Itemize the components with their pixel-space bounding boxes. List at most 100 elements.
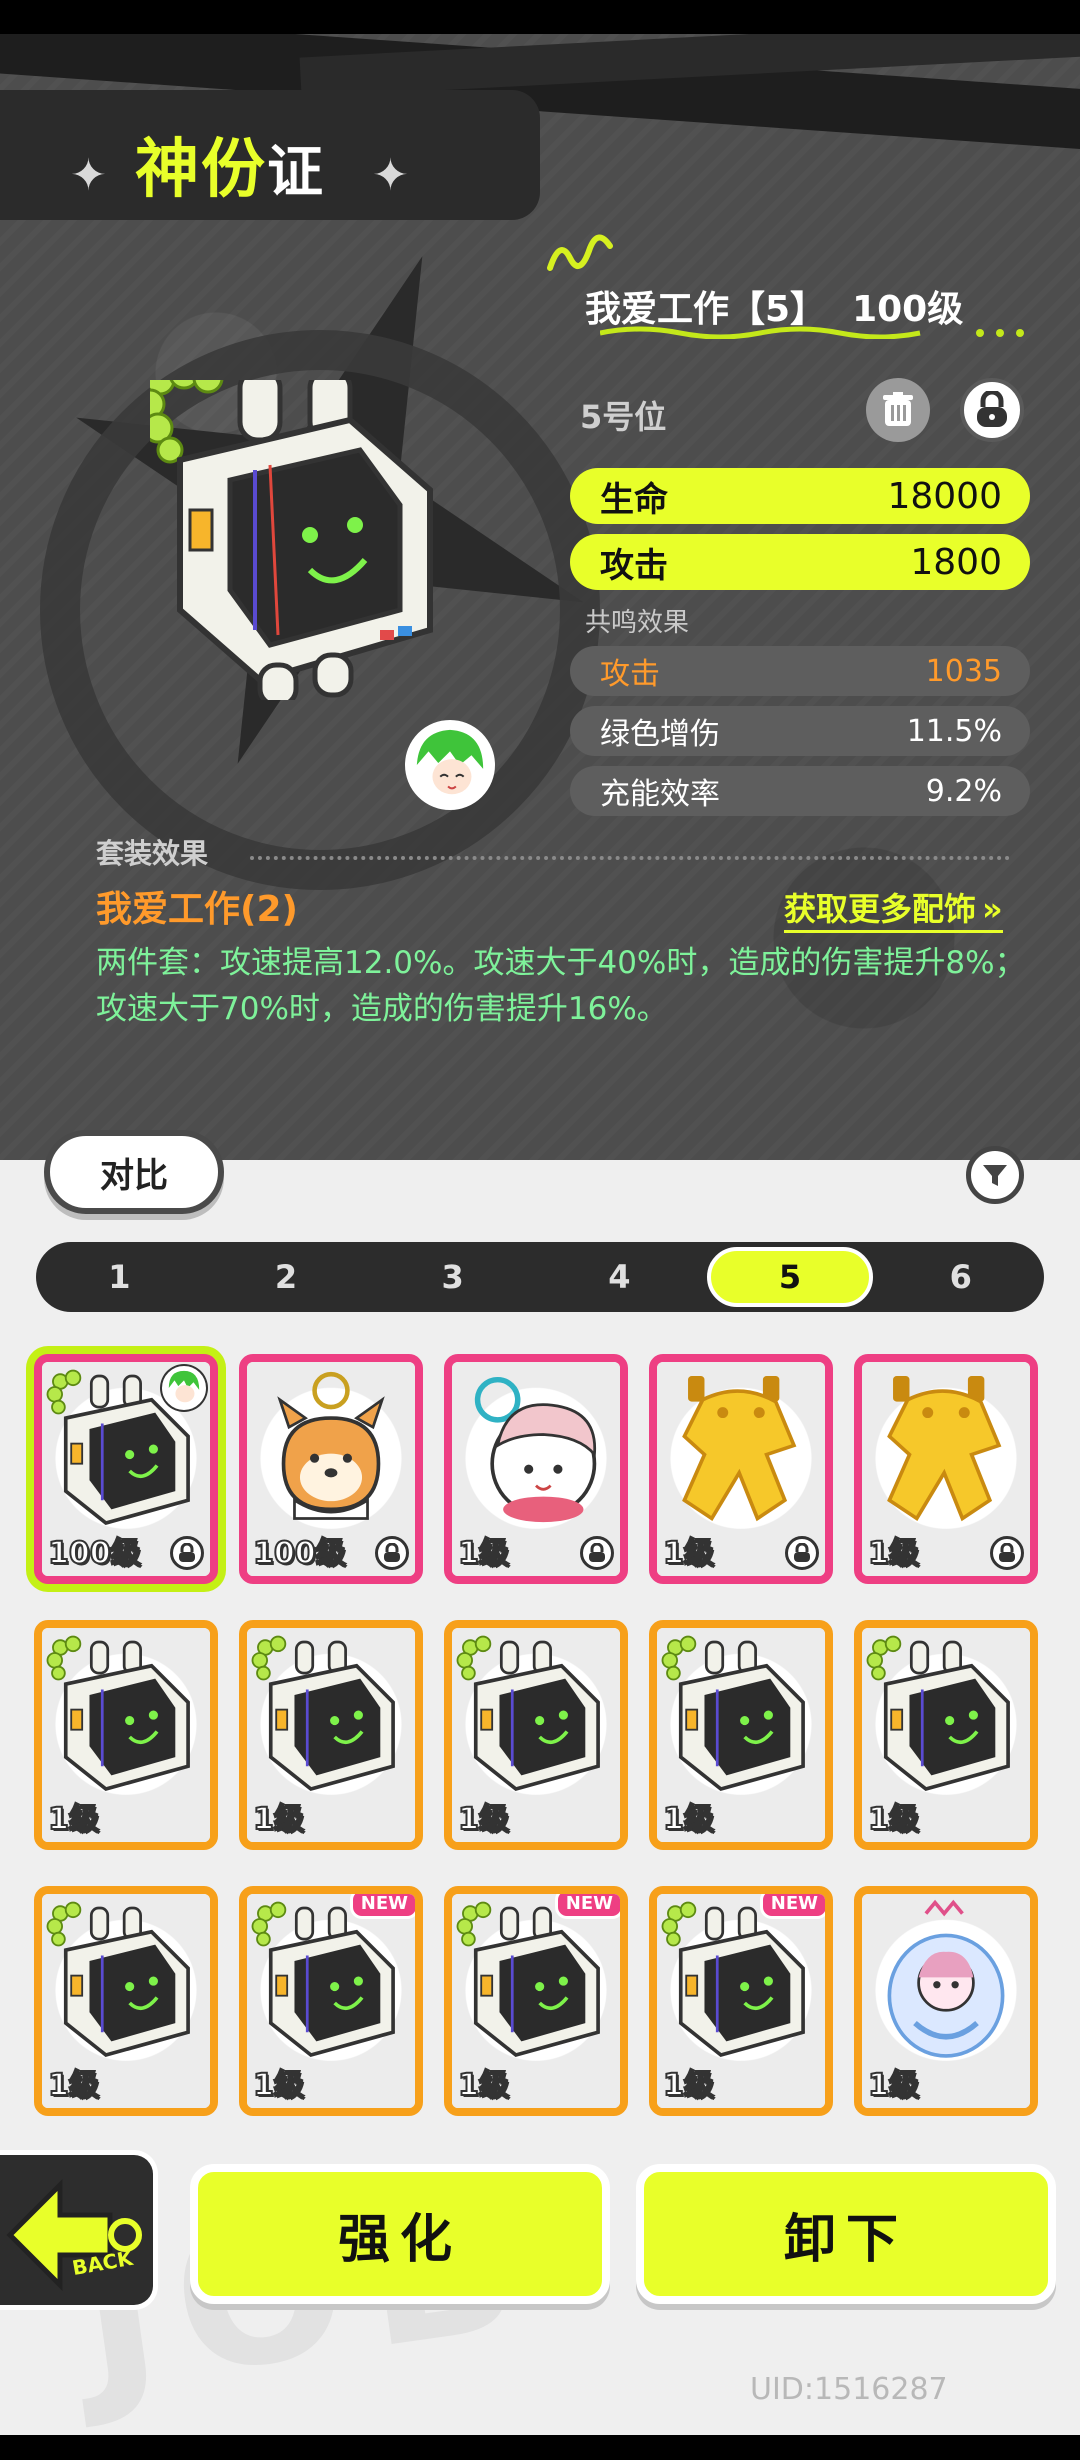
page-title: 神份证 [135, 118, 325, 210]
lock-icon [785, 1536, 819, 1570]
compare-button[interactable]: 对比 [44, 1130, 224, 1214]
slot-tab-1[interactable]: 1 [40, 1247, 199, 1307]
enhance-button[interactable]: 强化 [190, 2164, 610, 2304]
set-effect-label: 套装效果 [96, 837, 209, 870]
stat-label: 充能效率 [600, 777, 720, 812]
equipment-name-text: 我爱工作【5】 [585, 289, 827, 330]
new-badge: NEW [759, 1894, 825, 1919]
card-level: 1级 [662, 1535, 715, 1572]
card-level: 1级 [867, 2067, 920, 2104]
stat-value: 1035 [925, 653, 1002, 689]
new-badge: NEW [554, 1894, 620, 1919]
card-level: 1级 [867, 1535, 920, 1572]
lock-icon [375, 1536, 409, 1570]
inventory-card[interactable]: 1级 [239, 1620, 423, 1850]
equipped-character-avatar[interactable] [405, 720, 495, 810]
stat-label: 绿色增伤 [600, 717, 720, 752]
inventory-card[interactable]: 1级 NEW [444, 1886, 628, 2116]
slot-tab-4[interactable]: 4 [540, 1247, 699, 1307]
sub-stat-attack: 攻击 1035 [570, 646, 1030, 696]
set-effect-description: 两件套：攻速提高12.0%。攻速大于40%时，造成的伤害提升8%；攻速大于70%… [96, 945, 1026, 1027]
inventory-card[interactable]: 1级 [649, 1620, 833, 1850]
double-chevron-right-icon: » [982, 890, 1003, 928]
inventory-card[interactable]: 1级 [34, 1620, 218, 1850]
set-name: 我爱工作(2) [96, 889, 298, 930]
stat-label: 攻击 [600, 545, 668, 586]
monitor-keychain-icon [866, 1635, 1010, 1792]
slot-tab-5[interactable]: 5 [706, 1247, 874, 1307]
stat-label: 攻击 [600, 657, 660, 692]
slot-tab-2[interactable]: 2 [207, 1247, 366, 1307]
green-hair-character-icon [411, 726, 489, 804]
lock-button[interactable] [960, 378, 1024, 442]
monitor-keychain-icon [456, 1635, 600, 1792]
stat-label: 生命 [600, 479, 668, 520]
stat-value: 18000 [887, 475, 1002, 517]
inventory-card[interactable]: 1级 [444, 1620, 628, 1850]
inventory-card[interactable]: 1级 NEW [239, 1886, 423, 2116]
monitor-keychain-icon [456, 1901, 600, 2058]
dog-keychain-icon [277, 1371, 385, 1520]
slot-tab-6[interactable]: 6 [881, 1247, 1040, 1307]
monitor-keychain-icon [46, 1901, 190, 2058]
get-more-accessories-link[interactable]: 获取更多配饰» [784, 884, 1003, 933]
lock-icon [990, 1536, 1024, 1570]
inventory-card[interactable]: 100级 [34, 1354, 218, 1584]
title-part-a: 神份 [135, 133, 267, 207]
stat-value: 11.5% [906, 713, 1002, 749]
trash-icon [883, 392, 913, 426]
main-stat-hp: 生命 18000 [570, 468, 1030, 524]
monitor-keychain-icon [251, 1635, 395, 1792]
sparkle-icon: ✦ [372, 150, 409, 201]
new-badge: NEW [349, 1894, 415, 1919]
inventory-card[interactable]: 1级 NEW [649, 1886, 833, 2116]
card-level: 100级 [252, 1535, 347, 1572]
unequip-button[interactable]: 卸下 [636, 2164, 1056, 2304]
inventory-card[interactable]: 1级 [854, 1354, 1038, 1584]
slot-position-label: 5号位 [580, 398, 667, 436]
monitor-keychain-icon [251, 1901, 395, 2058]
card-level: 1级 [47, 1801, 100, 1838]
card-level: 1级 [457, 2067, 510, 2104]
lock-icon [580, 1536, 614, 1570]
card-level: 1级 [867, 1801, 920, 1838]
monitor-keychain-icon [46, 1635, 190, 1792]
monitor-keychain-icon [661, 1635, 805, 1792]
card-level: 1级 [252, 1801, 305, 1838]
monitor-keychain-art [150, 380, 433, 700]
slot-tab-3[interactable]: 3 [373, 1247, 532, 1307]
inventory-card[interactable]: 1级 [34, 1886, 218, 2116]
card-level: 1级 [47, 2067, 100, 2104]
link-label: 获取更多配饰 [784, 890, 977, 928]
sub-stat-energy-regen: 充能效率 9.2% [570, 766, 1030, 816]
card-level: 1级 [457, 1535, 510, 1572]
user-id: UID:1516287 [750, 2372, 948, 2407]
card-level: 1级 [662, 2067, 715, 2104]
inventory-card[interactable]: 1级 [649, 1354, 833, 1584]
discard-button[interactable] [866, 378, 930, 442]
filter-button[interactable] [966, 1146, 1024, 1204]
main-stat-attack: 攻击 1800 [570, 534, 1030, 590]
lock-icon [977, 391, 1007, 427]
title-part-b: 证 [267, 140, 325, 205]
inventory-card[interactable]: 1级 [854, 1620, 1038, 1850]
sparkle-icon: ✦ [70, 150, 107, 201]
name-underline [600, 326, 1024, 339]
inventory-card[interactable]: 1级 [444, 1354, 628, 1584]
equipment-level: 100级 [852, 289, 964, 330]
back-button[interactable]: BACK [0, 2150, 158, 2310]
card-level: 1级 [662, 1801, 715, 1838]
equipped-by-avatar-icon [162, 1366, 206, 1410]
inventory-card[interactable]: 100级 [239, 1354, 423, 1584]
frog-keychain-icon [887, 1376, 1002, 1522]
card-level: 100级 [47, 1535, 142, 1572]
frog-keychain-icon [682, 1376, 797, 1522]
stat-value: 9.2% [925, 773, 1002, 809]
girl-keychain-icon [474, 1376, 597, 1523]
inventory-card[interactable]: 1级 [854, 1886, 1038, 2116]
sub-stat-green-dmg: 绿色增伤 11.5% [570, 706, 1030, 756]
stat-value: 1800 [910, 541, 1002, 583]
resonance-label: 共鸣效果 [585, 608, 690, 638]
maid-keychain-icon [887, 1899, 1005, 2058]
card-level: 1级 [457, 1801, 510, 1838]
